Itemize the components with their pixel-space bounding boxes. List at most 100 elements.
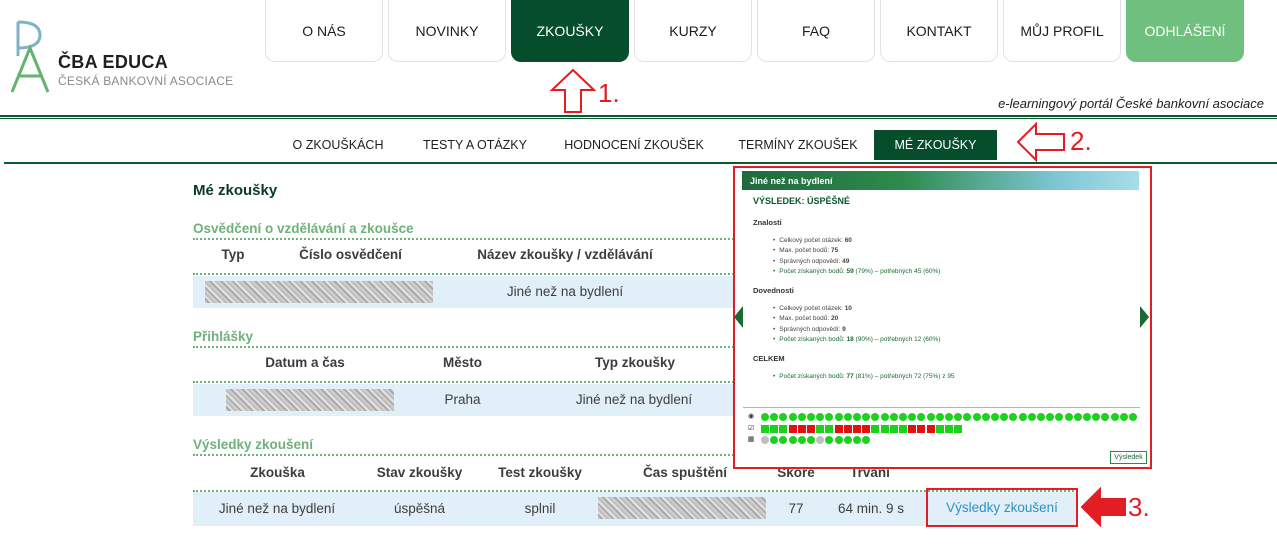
answer-marker [761,413,769,421]
subnav-testy-a-otazky[interactable]: TESTY A OTÁZKY [420,130,530,160]
popup-section-total: CELKEM [753,354,785,363]
answer-marker [963,413,972,421]
answer-marker [935,425,944,433]
answer-marker [779,425,788,433]
answer-marker [788,413,797,421]
answer-marker [807,413,815,421]
section-title-results: Výsledky zkoušení [193,437,314,452]
nav-tab-o-nas[interactable]: O NÁS [265,0,383,62]
application-city: Praha [444,392,481,407]
answer-marker [843,413,852,421]
col-header-datum-cas: Datum a čas [265,355,345,370]
popup-divider [743,407,1140,408]
annotation-3: 3. [1128,492,1150,522]
nav-tab-faq[interactable]: FAQ [757,0,875,62]
subnav-o-zkouskach[interactable]: O ZKOUŠKÁCH [284,130,392,160]
answer-marker [1027,413,1036,421]
answer-marker [843,436,852,444]
answer-marker [770,413,779,421]
answer-marker [880,425,889,433]
answer-marker [917,425,926,433]
list-item: Celkový počet otázek: 10 [773,304,940,314]
nav-tab-kontakt[interactable]: KONTAKT [880,0,998,62]
subnav-hodnoceni-zkousek[interactable]: HODNOCENÍ ZKOUŠEK [560,130,708,160]
popup-result-button[interactable]: Výsledek [1110,451,1147,464]
annotation-2: 2. [1070,126,1092,156]
nav-tab-novinky[interactable]: NOVINKY [388,0,506,62]
popup-title: Jiné než na bydlení [742,171,1139,190]
answer-marker [926,413,935,421]
list-item: Správných odpovědí: 49 [773,257,940,267]
nav-tab-kurzy[interactable]: KURZY [634,0,752,62]
answer-marker [862,436,871,444]
col-header-zkouska: Zkouška [250,465,305,480]
answer-marker [816,425,825,433]
answer-marker [899,413,907,421]
exam-results-link[interactable]: Výsledky zkoušení [926,488,1078,527]
result-status: úspěšná [393,501,446,516]
answer-marker [1101,413,1110,421]
brand-subtitle: ČESKÁ BANKOVNÍ ASOCIACE [58,74,234,88]
popup-section-skills: Dovednosti [753,286,794,295]
answer-marker [761,425,769,433]
answer-marker [945,413,953,421]
nav-tab-zkousky[interactable]: ZKOUŠKY [511,0,629,62]
answer-marker [1064,413,1073,421]
answer-marker [761,436,769,444]
col-header-mesto: Město [442,355,482,370]
application-type: Jiné než na bydlení [575,392,693,407]
answer-marker [871,425,880,433]
col-header-cas-spusteni: Čas spuštění [642,465,728,480]
answer-marker [770,425,779,433]
nav-tab-muj-profil[interactable]: MŮJ PROFIL [1003,0,1121,62]
nav-tab-odhlaseni[interactable]: ODHLÁŠENÍ [1126,0,1244,62]
col-header-typ: Typ [221,247,245,262]
answer-marker [779,413,788,421]
answer-marker [954,425,963,433]
answer-marker [834,436,843,444]
answer-marker [954,413,963,421]
popup-section-knowledge: Znalosti [753,218,782,227]
answer-marker [935,413,944,421]
redacted-cell [598,497,766,519]
header-divider [0,115,1277,117]
answer-marker [945,425,953,433]
answer-marker [1083,413,1091,421]
answer-marker [991,413,999,421]
section-title-certificates: Osvědčení o vzdělávání a zkoušce [193,221,414,236]
subnav-me-zkousky[interactable]: MÉ ZKOUŠKY [874,130,997,160]
answer-marker [917,413,926,421]
answer-marker [797,436,806,444]
answer-marker [1110,413,1119,421]
cba-logo-icon [10,20,50,93]
knowledge-stats: Celkový počet otázek: 60 Max. počet bodů… [773,236,940,277]
certificate-exam-name: Jiné než na bydlení [506,284,624,299]
col-header-test-zkousky: Test zkoušky [498,465,582,480]
answer-marker [779,436,788,444]
annotation-arrow-left-filled-icon [1080,487,1126,527]
answer-marker [797,425,806,433]
page-title: Mé zkoušky [193,182,278,199]
previous-arrow-icon[interactable] [734,306,743,328]
annotation-1: 1. [598,78,620,108]
answer-marker [1073,413,1082,421]
answer-marker [1092,413,1101,421]
subnav-terminy-zkousek[interactable]: TERMÍNY ZKOUŠEK [736,130,860,160]
next-arrow-icon[interactable] [1140,306,1149,328]
answer-marker [816,413,825,421]
total-stats: Počet získaných bodů: 77 (81%) – potřebn… [773,372,954,382]
answer-marker [1009,413,1018,421]
answer-marker [853,436,861,444]
answer-marker [871,413,880,421]
answer-marker [862,413,871,421]
checkbox-icon: ☑ [747,425,755,432]
answer-marker [843,425,852,433]
result-duration: 64 min. 9 s [837,501,905,516]
logo[interactable]: ČBA EDUCA ČESKÁ BANKOVNÍ ASOCIACE [4,18,234,98]
answer-marker [862,425,871,433]
section-title-applications: Přihlášky [193,329,254,344]
answer-marker [981,413,990,421]
list-item: Celkový počet otázek: 60 [773,236,940,246]
answer-marker [834,413,843,421]
col-header-stav-zkousky: Stav zkoušky [376,465,463,480]
